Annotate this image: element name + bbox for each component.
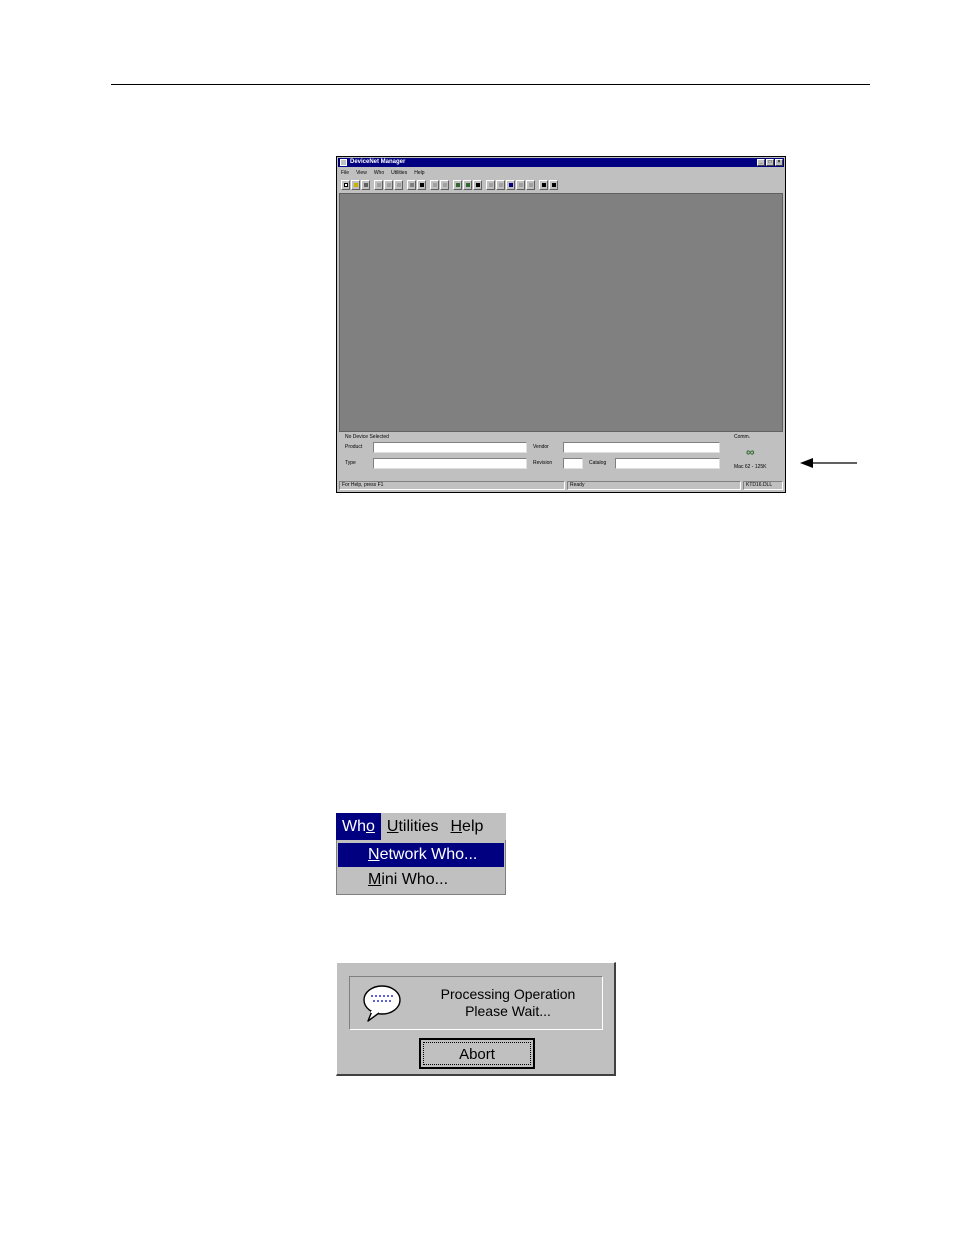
connect-icon <box>420 183 424 187</box>
upload-button[interactable] <box>430 180 439 190</box>
message-line-1: Processing Operation <box>440 986 576 1002</box>
network-who-icon <box>456 183 460 187</box>
cut-icon <box>377 183 381 187</box>
open-folder-icon <box>354 183 358 187</box>
question-mark-icon <box>542 183 546 187</box>
menu-view[interactable]: View <box>356 169 367 177</box>
mini-who-button[interactable] <box>463 180 472 190</box>
message-frame: Processing Operation Please Wait... <box>349 976 603 1030</box>
processing-dialog: Processing Operation Please Wait... Abor… <box>336 962 616 1076</box>
menu-help-top[interactable]: Help <box>444 813 489 840</box>
paste-icon <box>397 183 401 187</box>
status-bar: For Help, press F1 Ready KTD16.DLL <box>339 481 783 490</box>
close-button[interactable]: × <box>775 159 783 166</box>
catalog-label: Catalog <box>589 460 607 466</box>
network-view-area[interactable] <box>339 193 783 432</box>
title-bar[interactable]: DeviceNet Manager _ □ × <box>338 158 784 167</box>
zoom-icon <box>519 183 523 187</box>
list-view-icon <box>489 183 493 187</box>
processing-message: Processing Operation Please Wait... <box>428 986 588 1020</box>
device-info-panel: No Device Selected Product Type Vendor R… <box>341 434 781 479</box>
paste-button[interactable] <box>394 180 403 190</box>
cut-button[interactable] <box>374 180 383 190</box>
toolbar <box>341 180 558 191</box>
message-line-2: Please Wait... <box>465 1003 551 1019</box>
node-commission-button[interactable] <box>473 180 482 190</box>
connect-button[interactable] <box>417 180 426 190</box>
online-button[interactable] <box>407 180 416 190</box>
abort-label: Abort <box>423 1042 531 1065</box>
revision-field[interactable] <box>563 458 583 469</box>
page-header-rule <box>111 84 870 85</box>
comm-status: Mac 62 - 125K <box>734 464 767 470</box>
status-help-text: For Help, press F1 <box>339 481 565 490</box>
upload-icon <box>433 183 437 187</box>
details-view-button[interactable] <box>496 180 505 190</box>
zoom-button[interactable] <box>516 180 525 190</box>
device-status-heading: No Device Selected <box>345 434 389 440</box>
open-button[interactable] <box>351 180 360 190</box>
vendor-field[interactable] <box>563 442 720 453</box>
help-button[interactable] <box>539 180 548 190</box>
save-button[interactable] <box>361 180 370 190</box>
speech-bubble-icon <box>363 985 401 1022</box>
properties-button[interactable] <box>526 180 535 190</box>
menu-utilities-top[interactable]: Utilities <box>381 813 445 840</box>
menu-utilities[interactable]: Utilities <box>391 169 407 177</box>
download-button[interactable] <box>440 180 449 190</box>
who-button[interactable] <box>453 180 462 190</box>
new-button[interactable] <box>341 180 350 190</box>
type-field[interactable] <box>373 458 527 469</box>
product-field[interactable] <box>373 442 527 453</box>
product-label: Product <box>345 444 363 450</box>
copy-button[interactable] <box>384 180 393 190</box>
comm-link-icon: ∞ <box>746 445 755 459</box>
download-icon <box>443 183 447 187</box>
node-icon <box>476 183 480 187</box>
menu-help[interactable]: Help <box>414 169 424 177</box>
who-menu-capture: Who Utilities Help Network Who... Mini W… <box>336 813 506 895</box>
properties-icon <box>529 183 533 187</box>
devicenet-manager-window: DeviceNet Manager _ □ × File View Who Ut… <box>336 156 786 493</box>
maximize-button[interactable]: □ <box>766 159 774 166</box>
menu-bar: File View Who Utilities Help <box>341 169 425 177</box>
status-state: Ready <box>567 481 741 490</box>
minimize-button[interactable]: _ <box>757 159 765 166</box>
menu-file[interactable]: File <box>341 169 349 177</box>
menu-item-mini-who[interactable]: Mini Who... <box>338 868 504 892</box>
type-label: Type <box>345 460 356 466</box>
list-view-button[interactable] <box>486 180 495 190</box>
comm-label: Comm. <box>734 434 751 440</box>
window-title: DeviceNet Manager <box>350 159 406 165</box>
context-help-button[interactable] <box>549 180 558 190</box>
catalog-field[interactable] <box>615 458 720 469</box>
online-icon <box>410 183 414 187</box>
vendor-label: Vendor <box>533 444 549 450</box>
left-arrow-icon <box>800 458 857 468</box>
menu-who[interactable]: Who <box>374 169 384 177</box>
revision-label: Revision <box>533 460 553 466</box>
abort-button[interactable]: Abort <box>419 1038 535 1069</box>
window-view-button[interactable] <box>506 180 515 190</box>
menu-bar-top: Who Utilities Help <box>336 813 506 840</box>
window-view-icon <box>509 183 513 187</box>
new-icon <box>344 183 348 187</box>
menu-who-open[interactable]: Who <box>336 813 381 840</box>
app-icon[interactable] <box>340 159 347 166</box>
details-view-icon <box>499 183 503 187</box>
mini-who-icon <box>466 183 470 187</box>
menu-item-network-who[interactable]: Network Who... <box>338 843 504 867</box>
save-icon <box>364 183 368 187</box>
copy-icon <box>387 183 391 187</box>
context-help-icon <box>552 183 556 187</box>
who-dropdown: Network Who... Mini Who... <box>336 840 506 895</box>
status-driver: KTD16.DLL <box>743 481 783 490</box>
